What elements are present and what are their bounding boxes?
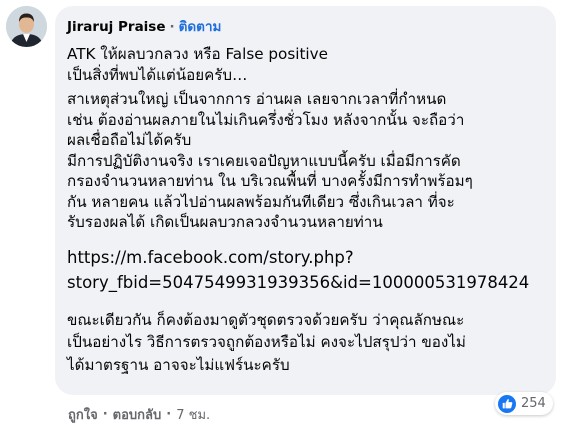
text-line: เป็นอย่างไร วิธีการตรวจถูกต้องหรือไม่ คง…: [67, 333, 466, 351]
comment-bubble: Jiraruj Praise · ติดตาม ATK ให้ผลบวกลวง …: [55, 6, 556, 395]
comment-actions: ถูกใจ · ตอบกลับ · 7 ชม.: [68, 404, 210, 425]
author-avatar[interactable]: [6, 6, 47, 47]
text-line: เช่น ต้องอ่านผลภายในไม่เกินครึ่งชั่วโมง …: [67, 110, 465, 129]
text-line: กรองจำนวนหลายท่าน ใน บริเวณพื้นที่ บางคร…: [67, 172, 473, 190]
reaction-summary[interactable]: 254: [495, 392, 553, 415]
like-button[interactable]: ถูกใจ: [68, 404, 98, 425]
link-line[interactable]: story_fbid=5047549931939356&id=100000531…: [67, 270, 544, 295]
text-line: มีการปฏิบัติงานจริง เราเคยเจอปัญหาแบบนี้…: [67, 151, 461, 170]
author-name[interactable]: Jiraruj Praise: [67, 17, 166, 37]
like-icon: [498, 394, 516, 413]
action-separator: ·: [102, 407, 108, 422]
text-line: ขณะเดียวกัน ก็คงต้องมาดูตัวชุดตรวจด้วยคร…: [67, 310, 465, 329]
timestamp[interactable]: 7 ชม.: [176, 404, 210, 425]
follow-button[interactable]: ติดตาม: [179, 17, 222, 37]
paragraph-intro: ATK ให้ผลบวกลวง หรือ False positive เป็น…: [67, 44, 544, 85]
action-separator: ·: [166, 407, 172, 422]
story-link[interactable]: https://m.facebook.com/story.php? story_…: [67, 245, 544, 295]
reply-button[interactable]: ตอบกลับ: [113, 404, 162, 425]
text-line: ATK ให้ผลบวกลวง หรือ False positive: [67, 45, 328, 63]
text-line: กัน หลายคน แล้วไปอ่านผลพร้อมกันทีเดียว ซ…: [67, 192, 455, 211]
text-line: รับรองผลได้ เกิดเป็นผลบวกลวงจำนวนหลายท่า…: [67, 213, 383, 231]
comment-header: Jiraruj Praise · ติดตาม: [67, 17, 544, 37]
profile-photo: [6, 6, 47, 47]
link-line[interactable]: https://m.facebook.com/story.php?: [67, 245, 544, 270]
paragraph-closing: ขณะเดียวกัน ก็คงต้องมาดูตัวชุดตรวจด้วยคร…: [67, 309, 544, 377]
paragraph-reason: สาเหตุส่วนใหญ่ เป็นจากการ อ่านผล เลยจากเ…: [67, 89, 544, 233]
text-line: ได้มาตรฐาน อาจจะไม่แฟร์นะครับ: [67, 355, 290, 374]
text-line: สาเหตุส่วนใหญ่ เป็นจากการ อ่านผล เลยจากเ…: [67, 90, 447, 108]
reaction-count: 254: [521, 396, 546, 411]
text-line: ผลเชื่อถือไม่ได้ครับ: [67, 131, 192, 149]
header-separator: ·: [169, 19, 175, 35]
text-line: เป็นสิ่งที่พบได้แต่น้อยครับ…: [67, 65, 248, 84]
